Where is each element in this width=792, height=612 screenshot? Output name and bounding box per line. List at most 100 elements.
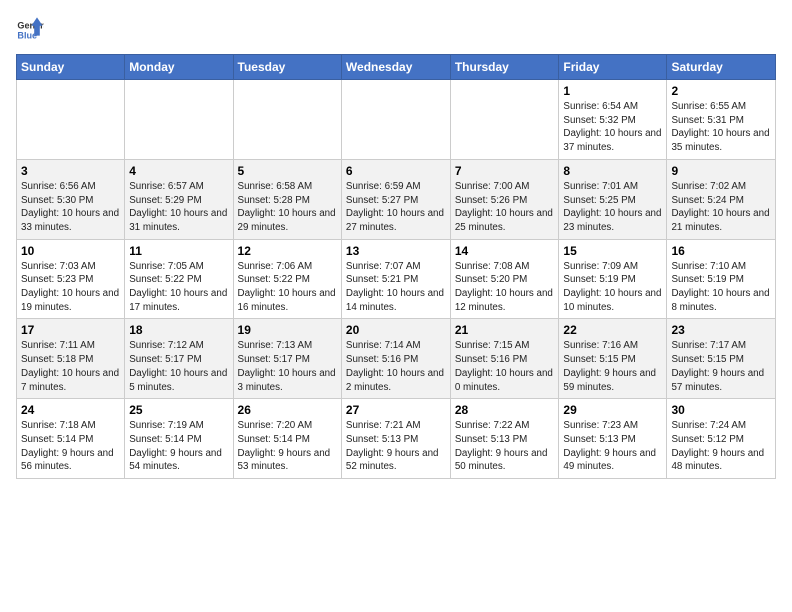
day-info: Sunrise: 6:56 AM Sunset: 5:30 PM Dayligh…: [21, 180, 120, 235]
day-number: 26: [238, 403, 337, 417]
day-info: Sunrise: 6:58 AM Sunset: 5:28 PM Dayligh…: [238, 180, 337, 235]
calendar-day-cell: 21 Sunrise: 7:15 AM Sunset: 5:16 PM Dayli…: [450, 319, 559, 399]
day-info: Sunrise: 7:02 AM Sunset: 5:24 PM Dayligh…: [671, 180, 771, 235]
calendar-day-cell: [233, 80, 341, 160]
day-info: Sunrise: 7:23 AM Sunset: 5:13 PM Dayligh…: [563, 419, 662, 474]
day-number: 9: [671, 164, 771, 178]
calendar-day-cell: 17 Sunrise: 7:11 AM Sunset: 5:18 PM Dayli…: [17, 319, 125, 399]
day-info: Sunrise: 7:13 AM Sunset: 5:17 PM Dayligh…: [238, 339, 337, 394]
calendar-week-row: 10Sunrise: 7:03 AM Sunset: 5:23 PM Dayli…: [17, 239, 776, 319]
calendar-day-cell: 12 Sunrise: 7:06 AM Sunset: 5:22 PM Dayli…: [233, 239, 341, 319]
day-info: Sunrise: 7:06 AM Sunset: 5:22 PM Dayligh…: [238, 260, 337, 315]
header: General Blue: [16, 16, 776, 44]
calendar-table: SundayMondayTuesdayWednesdayThursdayFrid…: [16, 54, 776, 479]
calendar-day-cell: 30 Sunrise: 7:24 AM Sunset: 5:12 PM Dayli…: [667, 399, 776, 479]
calendar-day-cell: 18 Sunrise: 7:12 AM Sunset: 5:17 PM Dayli…: [125, 319, 233, 399]
calendar-day-cell: 9 Sunrise: 7:02 AM Sunset: 5:24 PM Daylig…: [667, 159, 776, 239]
day-number: 6: [346, 164, 446, 178]
day-info: Sunrise: 7:11 AM Sunset: 5:18 PM Dayligh…: [21, 339, 120, 394]
day-info: Sunrise: 7:12 AM Sunset: 5:17 PM Dayligh…: [129, 339, 228, 394]
day-info: Sunrise: 7:15 AM Sunset: 5:16 PM Dayligh…: [455, 339, 555, 394]
day-number: 14: [455, 244, 555, 258]
day-info: Sunrise: 7:18 AM Sunset: 5:14 PM Dayligh…: [21, 419, 120, 474]
calendar-week-row: 1 Sunrise: 6:54 AM Sunset: 5:32 PM Daylig…: [17, 80, 776, 160]
day-info: Sunrise: 7:24 AM Sunset: 5:12 PM Dayligh…: [671, 419, 771, 474]
calendar-day-cell: 28Sunrise: 7:22 AM Sunset: 5:13 PM Dayli…: [450, 399, 559, 479]
calendar-day-cell: 1 Sunrise: 6:54 AM Sunset: 5:32 PM Daylig…: [559, 80, 667, 160]
day-number: 8: [563, 164, 662, 178]
day-info: Sunrise: 7:10 AM Sunset: 5:19 PM Dayligh…: [671, 260, 771, 315]
calendar-day-cell: 13 Sunrise: 7:07 AM Sunset: 5:21 PM Dayli…: [341, 239, 450, 319]
calendar-day-cell: 4 Sunrise: 6:57 AM Sunset: 5:29 PM Daylig…: [125, 159, 233, 239]
day-of-week-header: Monday: [125, 55, 233, 80]
calendar-week-row: 3 Sunrise: 6:56 AM Sunset: 5:30 PM Daylig…: [17, 159, 776, 239]
calendar-day-cell: 29Sunrise: 7:23 AM Sunset: 5:13 PM Dayli…: [559, 399, 667, 479]
day-number: 10: [21, 244, 120, 258]
day-number: 20: [346, 323, 446, 337]
day-info: Sunrise: 6:57 AM Sunset: 5:29 PM Dayligh…: [129, 180, 228, 235]
calendar-day-cell: 23Sunrise: 7:17 AM Sunset: 5:15 PM Dayli…: [667, 319, 776, 399]
calendar-day-cell: [17, 80, 125, 160]
day-of-week-header: Friday: [559, 55, 667, 80]
calendar-week-row: 17 Sunrise: 7:11 AM Sunset: 5:18 PM Dayli…: [17, 319, 776, 399]
day-number: 22: [563, 323, 662, 337]
day-info: Sunrise: 6:55 AM Sunset: 5:31 PM Dayligh…: [671, 100, 771, 155]
calendar-day-cell: 2 Sunrise: 6:55 AM Sunset: 5:31 PM Daylig…: [667, 80, 776, 160]
day-number: 18: [129, 323, 228, 337]
calendar-day-cell: 11 Sunrise: 7:05 AM Sunset: 5:22 PM Dayli…: [125, 239, 233, 319]
day-info: Sunrise: 7:05 AM Sunset: 5:22 PM Dayligh…: [129, 260, 228, 315]
day-number: 30: [671, 403, 771, 417]
calendar-header-row: SundayMondayTuesdayWednesdayThursdayFrid…: [17, 55, 776, 80]
calendar-day-cell: 10Sunrise: 7:03 AM Sunset: 5:23 PM Dayli…: [17, 239, 125, 319]
day-of-week-header: Wednesday: [341, 55, 450, 80]
main-container: General Blue SundayMondayTuesdayWednesda…: [0, 0, 792, 489]
calendar-day-cell: 22 Sunrise: 7:16 AM Sunset: 5:15 PM Dayli…: [559, 319, 667, 399]
calendar-day-cell: 19 Sunrise: 7:13 AM Sunset: 5:17 PM Dayli…: [233, 319, 341, 399]
day-number: 15: [563, 244, 662, 258]
day-number: 4: [129, 164, 228, 178]
calendar-day-cell: 3 Sunrise: 6:56 AM Sunset: 5:30 PM Daylig…: [17, 159, 125, 239]
day-number: 27: [346, 403, 446, 417]
day-number: 13: [346, 244, 446, 258]
day-number: 24: [21, 403, 120, 417]
day-number: 5: [238, 164, 337, 178]
day-of-week-header: Tuesday: [233, 55, 341, 80]
day-number: 3: [21, 164, 120, 178]
logo-icon: General Blue: [16, 16, 44, 44]
calendar-day-cell: 15Sunrise: 7:09 AM Sunset: 5:19 PM Dayli…: [559, 239, 667, 319]
day-number: 1: [563, 84, 662, 98]
calendar-day-cell: 24 Sunrise: 7:18 AM Sunset: 5:14 PM Dayli…: [17, 399, 125, 479]
day-number: 17: [21, 323, 120, 337]
day-info: Sunrise: 7:19 AM Sunset: 5:14 PM Dayligh…: [129, 419, 228, 474]
day-info: Sunrise: 7:14 AM Sunset: 5:16 PM Dayligh…: [346, 339, 446, 394]
day-number: 28: [455, 403, 555, 417]
day-info: Sunrise: 7:00 AM Sunset: 5:26 PM Dayligh…: [455, 180, 555, 235]
day-number: 2: [671, 84, 771, 98]
day-number: 12: [238, 244, 337, 258]
calendar-day-cell: 16 Sunrise: 7:10 AM Sunset: 5:19 PM Dayli…: [667, 239, 776, 319]
day-info: Sunrise: 7:16 AM Sunset: 5:15 PM Dayligh…: [563, 339, 662, 394]
day-number: 25: [129, 403, 228, 417]
day-of-week-header: Thursday: [450, 55, 559, 80]
day-info: Sunrise: 7:01 AM Sunset: 5:25 PM Dayligh…: [563, 180, 662, 235]
calendar-week-row: 24 Sunrise: 7:18 AM Sunset: 5:14 PM Dayli…: [17, 399, 776, 479]
day-number: 11: [129, 244, 228, 258]
calendar-day-cell: [341, 80, 450, 160]
calendar-day-cell: 20 Sunrise: 7:14 AM Sunset: 5:16 PM Dayli…: [341, 319, 450, 399]
day-number: 23: [671, 323, 771, 337]
calendar-day-cell: [125, 80, 233, 160]
calendar-day-cell: 7Sunrise: 7:00 AM Sunset: 5:26 PM Daylig…: [450, 159, 559, 239]
day-number: 19: [238, 323, 337, 337]
day-info: Sunrise: 7:08 AM Sunset: 5:20 PM Dayligh…: [455, 260, 555, 315]
day-number: 16: [671, 244, 771, 258]
day-of-week-header: Sunday: [17, 55, 125, 80]
day-number: 21: [455, 323, 555, 337]
svg-text:Blue: Blue: [17, 30, 37, 40]
calendar-day-cell: 14 Sunrise: 7:08 AM Sunset: 5:20 PM Dayli…: [450, 239, 559, 319]
calendar-day-cell: [450, 80, 559, 160]
day-info: Sunrise: 7:07 AM Sunset: 5:21 PM Dayligh…: [346, 260, 446, 315]
calendar-day-cell: 8 Sunrise: 7:01 AM Sunset: 5:25 PM Daylig…: [559, 159, 667, 239]
day-info: Sunrise: 6:54 AM Sunset: 5:32 PM Dayligh…: [563, 100, 662, 155]
calendar-day-cell: 27Sunrise: 7:21 AM Sunset: 5:13 PM Dayli…: [341, 399, 450, 479]
calendar-day-cell: 26Sunrise: 7:20 AM Sunset: 5:14 PM Dayli…: [233, 399, 341, 479]
